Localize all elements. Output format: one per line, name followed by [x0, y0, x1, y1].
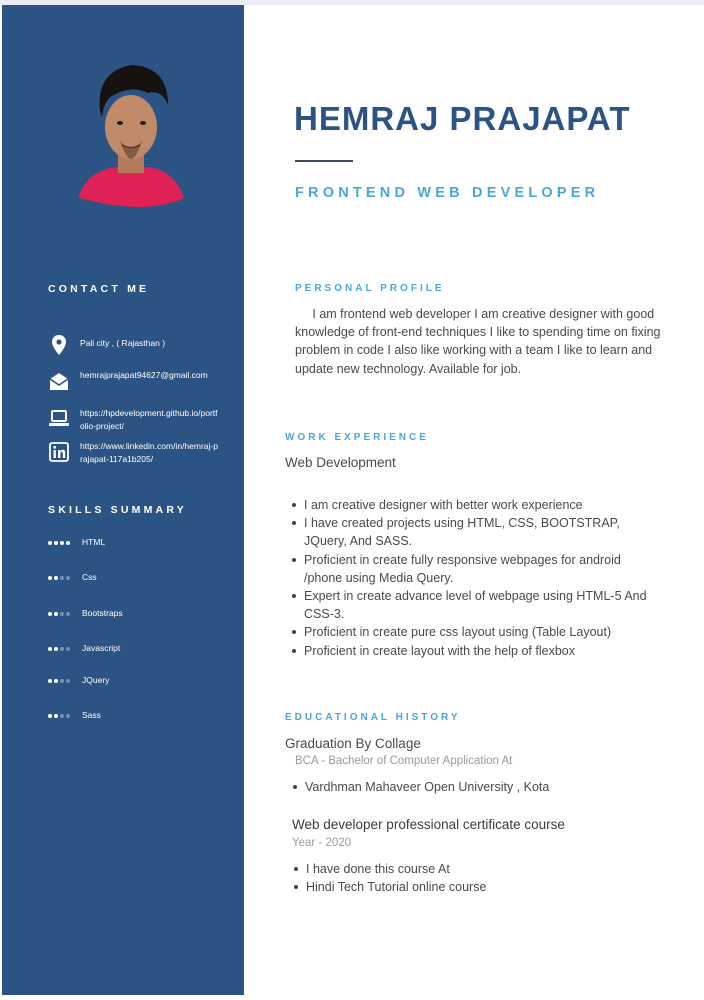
personal-profile-text: I am frontend web developer I am creativ…	[295, 305, 665, 378]
skill-dot-filled	[48, 576, 52, 580]
skill-dot-filled	[54, 576, 58, 580]
profile-photo	[78, 65, 184, 207]
list-item: Expert in create advance level of webpag…	[290, 587, 660, 623]
course-bullet-list: I have done this course At Hindi Tech Tu…	[292, 860, 662, 896]
contact-linkedin-text[interactable]: https://www.linkedin.com/in/hemraj-praja…	[80, 440, 220, 466]
skill-dot-empty	[60, 647, 64, 651]
list-item: Proficient in create layout with the hel…	[290, 642, 660, 660]
skills-heading: SKILLS SUMMARY	[48, 504, 187, 516]
skill-dot-empty	[60, 714, 64, 718]
skill-dot-empty	[66, 576, 70, 580]
linkedin-icon	[49, 442, 69, 462]
skill-item: HTML	[48, 537, 228, 553]
skill-dot-filled	[54, 612, 58, 616]
list-item: I have done this course At	[292, 860, 662, 878]
skill-level-dots	[48, 679, 78, 685]
skill-level-dots	[48, 612, 78, 618]
skill-dot-filled	[54, 647, 58, 651]
skill-item: Javascript	[48, 643, 228, 659]
skill-dot-filled	[54, 679, 58, 683]
sidebar: CONTACT ME Pali city , ( Rajasthan ) hem…	[2, 5, 244, 995]
contact-email-text[interactable]: hemrajprajapat94627@gmail.com	[80, 369, 220, 382]
list-item: Proficient in create fully responsive we…	[290, 551, 660, 587]
degree-title: Graduation By Collage	[285, 736, 421, 751]
list-item: Proficient in create pure css layout usi…	[290, 623, 660, 641]
skill-label: Bootstraps	[82, 608, 123, 618]
list-item: Hindi Tech Tutorial online course	[292, 878, 662, 896]
work-bullet-list: I am creative designer with better work …	[290, 496, 660, 660]
skill-label: Sass	[82, 710, 101, 720]
skill-dot-filled	[48, 714, 52, 718]
personal-profile-body: I am frontend web developer I am creativ…	[295, 307, 661, 376]
skill-dot-filled	[48, 647, 52, 651]
skill-label: HTML	[82, 537, 106, 547]
envelope-icon	[49, 373, 69, 390]
work-subheading: Web Development	[285, 455, 396, 470]
course-title: Web developer professional certificate c…	[292, 817, 565, 832]
list-item: I have created projects using HTML, CSS,…	[290, 514, 660, 550]
skill-dot-empty	[60, 679, 64, 683]
skill-dot-empty	[60, 612, 64, 616]
contact-linkedin[interactable]: https://www.linkedin.com/in/hemraj-praja…	[48, 441, 238, 471]
skill-level-dots	[48, 714, 78, 720]
skill-item: JQuery	[48, 675, 228, 691]
skill-level-dots	[48, 541, 78, 547]
skill-label: JQuery	[82, 675, 110, 685]
skill-dot-filled	[66, 541, 70, 545]
contact-website-text[interactable]: https://hpdevelopment.github.io/portfoli…	[80, 407, 220, 433]
skill-item: Sass	[48, 710, 228, 726]
skill-dot-filled	[48, 679, 52, 683]
skill-dot-empty	[66, 714, 70, 718]
skill-item: Css	[48, 572, 228, 588]
personal-profile-heading: PERSONAL PROFILE	[295, 283, 445, 294]
degree-bullet-list: Vardhman Mahaveer Open University , Kota	[291, 778, 661, 796]
name-heading: HEMRAJ PRAJAPAT	[294, 100, 631, 137]
job-title: FRONTEND WEB DEVELOPER	[295, 185, 600, 201]
contact-location-text: Pali city , ( Rajasthan )	[80, 338, 166, 348]
skill-dot-empty	[66, 647, 70, 651]
skill-dot-filled	[54, 541, 58, 545]
contact-location: Pali city , ( Rajasthan )	[48, 334, 238, 364]
course-year: Year - 2020	[292, 837, 352, 849]
contact-heading: CONTACT ME	[48, 283, 150, 295]
skill-dot-filled	[48, 612, 52, 616]
name-divider	[295, 160, 353, 162]
skill-level-dots	[48, 576, 78, 582]
contact-email[interactable]: hemrajprajapat94627@gmail.com	[48, 370, 238, 400]
skill-dot-filled	[48, 541, 52, 545]
laptop-icon	[49, 410, 69, 426]
skill-dot-filled	[60, 541, 64, 545]
skill-label: Css	[82, 572, 97, 582]
skill-dot-filled	[54, 714, 58, 718]
skill-item: Bootstraps	[48, 608, 228, 624]
skill-dot-empty	[60, 576, 64, 580]
list-item: I am creative designer with better work …	[290, 496, 660, 514]
skill-level-dots	[48, 647, 78, 653]
skill-dot-empty	[66, 612, 70, 616]
skill-dot-empty	[66, 679, 70, 683]
work-experience-heading: WORK EXPERIENCE	[285, 432, 429, 443]
contact-website[interactable]: https://hpdevelopment.github.io/portfoli…	[48, 408, 238, 438]
degree-detail: BCA - Bachelor of Computer Application A…	[295, 755, 513, 767]
skill-label: Javascript	[82, 643, 121, 653]
education-heading: EDUCATIONAL HISTORY	[285, 712, 461, 723]
location-pin-icon	[52, 335, 66, 355]
list-item: Vardhman Mahaveer Open University , Kota	[291, 778, 661, 796]
